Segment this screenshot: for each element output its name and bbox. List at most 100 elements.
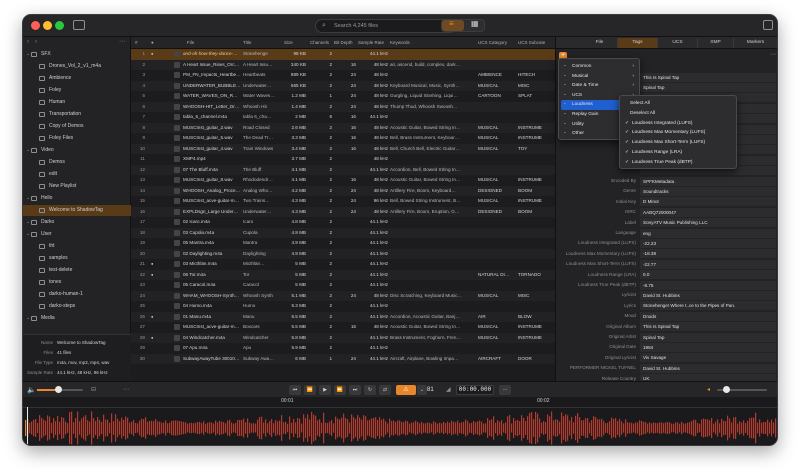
tab-ucs[interactable]: UCS: [658, 38, 698, 48]
chevron-down-icon[interactable]: ⌄: [26, 229, 30, 240]
column-header[interactable]: Channels: [310, 37, 332, 49]
menu-item[interactable]: ✓ Loudness Max Momentary (LUFS): [622, 128, 734, 138]
column-header[interactable]: UCS Category: [478, 37, 516, 49]
sidebar-item[interactable]: Welcome to ShadowTag: [23, 205, 131, 216]
transport-options-button[interactable]: ⋯: [499, 385, 511, 395]
sidebar-item[interactable]: edit: [23, 169, 131, 180]
tag-value-field[interactable]: SonyATV Music Publishing LLC: [640, 218, 776, 228]
sidebar-item[interactable]: samples: [23, 253, 131, 264]
sidebar-item[interactable]: New Playlist: [23, 181, 131, 192]
menu-item[interactable]: Deselect All: [622, 109, 734, 119]
tag-value-field[interactable]: David St. Hubbins: [640, 291, 776, 301]
shuffle-button[interactable]: ⇄: [379, 385, 391, 395]
chevron-down-icon[interactable]: ⌄: [26, 49, 30, 60]
table-row[interactable]: 8 MUSCInst_guitar_2.wav Road Closed 2.6 MB 2…: [131, 122, 555, 133]
table-row[interactable]: 2 A Heart Issue_Rises_Orc… A Heart Issu… 34…: [131, 59, 555, 70]
menu-item[interactable]: ◦ Date & Time ›: [561, 81, 637, 91]
minimize-window-button[interactable]: [43, 21, 52, 30]
chevron-down-icon[interactable]: ⌄: [26, 145, 30, 156]
table-row[interactable]: 22 ● 06 Tor.m4a Tor 5 MB 2 44.1 kHz NATURAL DI……: [131, 269, 555, 280]
view-toggle[interactable]: ≡ ▦: [441, 19, 485, 32]
table-row[interactable]: 11 XMP4.mp4 3.7 MB 2 48 kHz: [131, 154, 555, 165]
tag-value-field[interactable]: AABQ72000047: [640, 207, 776, 217]
column-header[interactable]: Sample Rate: [358, 37, 388, 49]
table-row[interactable]: 18 03 Cupola.m4a Cupola 4.9 MB 2 44.1 kHz: [131, 227, 555, 238]
play-button[interactable]: ▶: [319, 385, 331, 395]
sidebar-item[interactable]: ⌄ Hello: [23, 193, 131, 204]
tab-file[interactable]: File: [582, 38, 618, 48]
tag-value-field[interactable]: D Minor: [640, 197, 776, 207]
table-row[interactable]: 12 07 The Bluff.m4a The Bluff 4.1 MB 2 44.1 k…: [131, 164, 555, 175]
sidebar-item[interactable]: Foley Files: [23, 133, 131, 144]
chevron-down-icon[interactable]: ⌄: [26, 193, 30, 204]
table-row[interactable]: 17 02 Icaro.m4a Icaro 4.8 MB 2 44.1 kHz: [131, 217, 555, 228]
chevron-down-icon[interactable]: ⌄: [26, 217, 30, 228]
table-row[interactable]: 23 05 Caracol.m4a Caracol 5 MB 2 44.1 kHz: [131, 280, 555, 291]
table-row[interactable]: 5 WATER_WAVES_ON_ROC… Water Waves… 1.2 MB 1 2…: [131, 91, 555, 102]
tag-value-field[interactable]: This Is Spinal Tap: [640, 72, 776, 82]
column-header[interactable]: Bit Depth: [334, 37, 356, 49]
chevron-down-icon[interactable]: ⌄: [417, 385, 427, 395]
close-window-button[interactable]: [31, 21, 40, 30]
table-row[interactable]: 21 ● 03 Micthlän.m4a Micthlän… 5 MB 2 44.1 kHz: [131, 259, 555, 270]
column-header[interactable]: Keywords: [390, 37, 476, 49]
table-row[interactable]: 16 EXPLDsgn_Large Underw… Underwater… 4.3 M…: [131, 206, 555, 217]
tab-tags[interactable]: Tags: [618, 38, 658, 48]
zoom-knob[interactable]: [723, 386, 730, 393]
tag-value-field[interactable]: SPFKMetadata: [640, 176, 776, 186]
table-row[interactable]: 6 WHOOSH-HIT_Letter_Dr… Whoosh Hit 1.4 MB 2 2…: [131, 101, 555, 112]
tag-value-field[interactable]: Stonehenge! Where t..ce to the Pipes of …: [640, 301, 776, 311]
table-row[interactable]: 1 ● and-oh-how-they-dance-… Stonehenge 98 KB…: [131, 49, 555, 60]
table-row[interactable]: 7 tabla_6_channel.m4a tabla 6_cha… 2 MB 6 16 4…: [131, 112, 555, 123]
table-row[interactable]: 10 MUSCInst_guitar_4.wav Train Windows 3.4 …: [131, 143, 555, 154]
sidebar-item[interactable]: Human: [23, 97, 131, 108]
sidebar-item[interactable]: ⌄ SFX: [23, 49, 131, 60]
chevron-down-icon[interactable]: ⌄: [26, 313, 30, 324]
playhead[interactable]: [27, 407, 28, 445]
grid-view-button[interactable]: ▦: [465, 19, 485, 31]
tag-value-field[interactable]: -22.23: [640, 239, 776, 249]
tag-value-field[interactable]: Soundtracks: [640, 187, 776, 197]
menu-item[interactable]: ◦ Common ›: [561, 62, 637, 72]
sidebar-item[interactable]: ⌄ Video: [23, 145, 131, 156]
warning-button[interactable]: ⚠: [396, 385, 416, 395]
tag-value-field[interactable]: -18.38: [640, 249, 776, 259]
tag-value-field[interactable]: Spinal Tap: [640, 332, 776, 342]
sidebar-item[interactable]: Demos: [23, 157, 131, 168]
menu-item[interactable]: ◦ Musical ›: [561, 72, 637, 82]
sidebar-item[interactable]: Transportation: [23, 109, 131, 120]
table-row[interactable]: 24 WHAM_WHOOSH-Synth… Whoosh Synth 5.1 MB 2 2…: [131, 290, 555, 301]
zoom-window-button[interactable]: [55, 21, 64, 30]
inspector-more-icon[interactable]: ⋯: [770, 51, 776, 58]
column-header[interactable]: Title: [243, 37, 281, 49]
sidebar-item[interactable]: ⌄ User: [23, 229, 131, 240]
table-row[interactable]: 15 MUSCInst_acve-guitar-m… Two Trains… 4.3 …: [131, 196, 555, 207]
sidebar-item[interactable]: tones: [23, 277, 131, 288]
skip-end-button[interactable]: ⏭: [349, 385, 361, 395]
back-icon[interactable]: ‹: [27, 39, 29, 45]
column-header[interactable]: UCS Subcate: [518, 37, 555, 49]
tab-xmp[interactable]: XMP: [698, 38, 734, 48]
menu-item[interactable]: ✓ Loudness True Peak (dBTP): [622, 158, 734, 168]
table-row[interactable]: 13 MUSCInst_guitar_8.wav Rhododendr… 4.1 MB…: [131, 175, 555, 186]
forward-button[interactable]: ⏩: [334, 385, 346, 395]
table-row[interactable]: 14 WHOOSH_Analog_Proce… Analog Who… 4.2 MB 2…: [131, 185, 555, 196]
sidebar-item[interactable]: darko-steps: [23, 301, 131, 312]
sidebar-item[interactable]: ⌄ Media: [23, 313, 131, 324]
sidebar-item[interactable]: darko-human-1: [23, 289, 131, 300]
table-row[interactable]: 29 07 Apu.m4a Apu 5.9 MB 2 44.1 kHz: [131, 343, 555, 354]
menu-item[interactable]: Select All: [622, 99, 734, 109]
skip-start-button[interactable]: ⏮: [289, 385, 301, 395]
tag-value-field[interactable]: Spinal Tap: [640, 83, 776, 93]
more-icon[interactable]: ⋯: [119, 38, 125, 45]
transport-more-icon[interactable]: ⋯: [123, 386, 129, 393]
tag-value-field[interactable]: This Is Spinal Tap: [640, 322, 776, 332]
sidebar-item[interactable]: Drones_Vol_2_v1_m4a: [23, 61, 131, 72]
forward-icon[interactable]: ›: [35, 39, 37, 45]
loop-button[interactable]: ↻: [364, 385, 376, 395]
inspector-toggle-icon[interactable]: [763, 20, 773, 30]
sidebar-item[interactable]: Foley: [23, 85, 131, 96]
menu-item[interactable]: ✓ Loudness Integrated (LUFS): [622, 119, 734, 129]
tag-value-field[interactable]: -8.75: [640, 280, 776, 290]
sidebar-item[interactable]: Copy of Demos: [23, 121, 131, 132]
